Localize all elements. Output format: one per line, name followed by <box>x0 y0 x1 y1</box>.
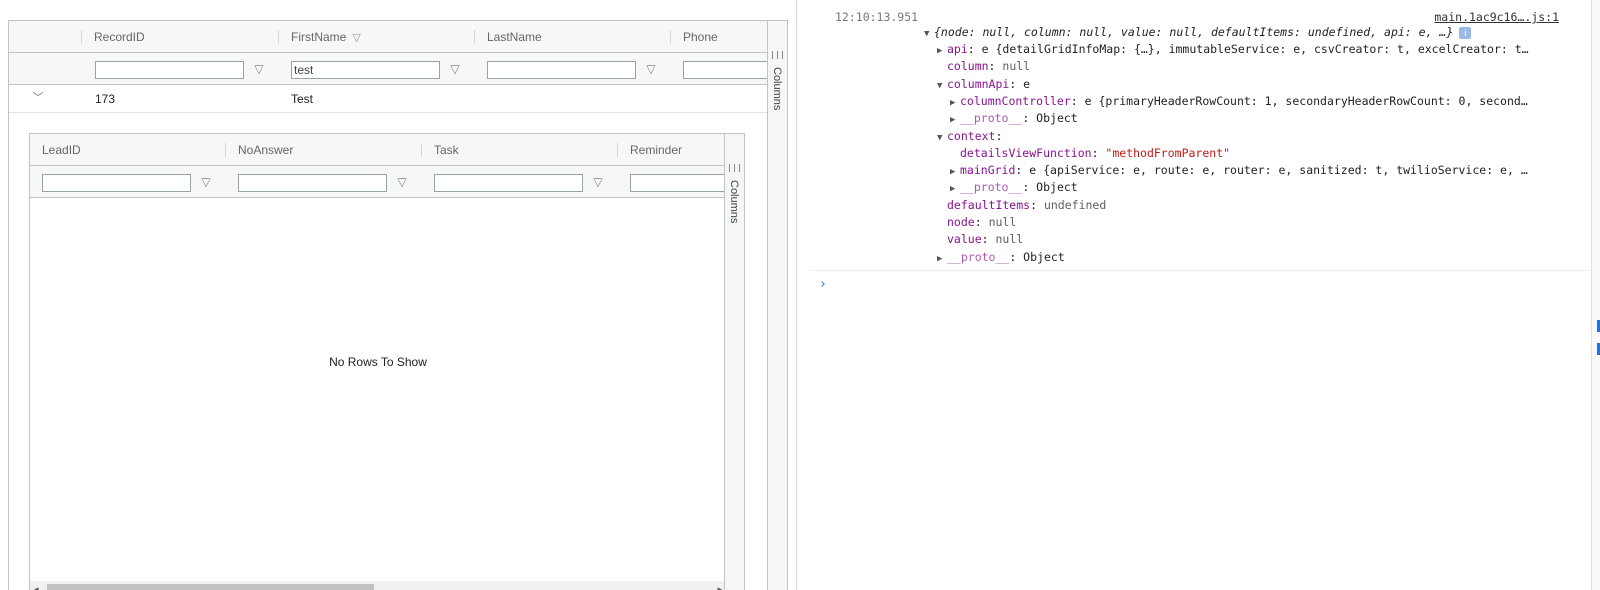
horizontal-scrollbar[interactable]: ◂ ▸ <box>30 581 726 590</box>
prop-proto[interactable]: ▶ __proto__: Object <box>950 110 1078 127</box>
master-header-row: RecordID FirstName ▽ LastName Phone <box>9 21 767 53</box>
console-message: 12:10:13.951 main.1ac9c16….js:1 ▼ {node: … <box>809 0 1600 271</box>
detail-grid-body: LeadID NoAnswer Task Reminder ▽ ▽ ▽ No R… <box>30 134 726 590</box>
triangle-down-icon[interactable]: ▼ <box>937 130 947 147</box>
master-grid-body: RecordID FirstName▽ LastName Phone ▽ ▽ ▽ <box>9 21 767 590</box>
master-grid: RecordID FirstName▽ LastName Phone ▽ ▽ ▽ <box>8 20 788 590</box>
column-header-recordid[interactable]: RecordID <box>82 21 145 52</box>
column-header-phone[interactable]: Phone <box>671 21 718 52</box>
column-header-leadid[interactable]: LeadID <box>30 134 81 165</box>
columns-tool-panel-button[interactable]: Columns <box>725 134 744 254</box>
cell-recordid: 173 <box>95 92 116 106</box>
grid-area: RecordID FirstName▽ LastName Phone ▽ ▽ ▽ <box>0 0 797 590</box>
no-rows-overlay: No Rows To Show <box>329 355 427 369</box>
filter-input-lastname[interactable] <box>487 61 636 79</box>
console-source-link[interactable]: main.1ac9c16….js:1 <box>1434 10 1559 24</box>
column-header-task[interactable]: Task <box>422 134 459 165</box>
arrow-left-icon[interactable]: ◂ <box>34 584 39 590</box>
cell-firstname: Test <box>291 92 314 106</box>
funnel-icon[interactable]: ▽ <box>200 175 212 189</box>
filter-input-noanswer[interactable] <box>238 174 387 192</box>
columns-tab-label: Columns <box>771 67 783 111</box>
column-header-firstname[interactable]: FirstName ▽ <box>279 21 361 52</box>
detail-header-row: LeadID NoAnswer Task Reminder <box>30 134 726 166</box>
triangle-right-icon[interactable]: ▶ <box>950 112 960 129</box>
funnel-icon[interactable]: ▽ <box>396 175 408 189</box>
prop-proto[interactable]: ▶ __proto__: Object <box>937 249 1065 266</box>
devtools-console: 12:10:13.951 main.1ac9c16….js:1 ▼ {node: … <box>809 0 1600 590</box>
triangle-right-icon[interactable]: ▶ <box>950 181 960 198</box>
table-row[interactable]: ﹀ 173 Test <box>9 85 767 113</box>
filter-active-icon: ▽ <box>352 32 361 44</box>
funnel-icon[interactable]: ▽ <box>592 175 604 189</box>
filter-input-phone[interactable] <box>683 61 767 79</box>
prop-columnapi[interactable]: ▼ columnApi: e <box>937 76 1030 93</box>
object-summary-line[interactable]: ▼ {node: null, column: null, value: null,… <box>924 24 1472 43</box>
column-header-noanswer[interactable]: NoAnswer <box>226 134 293 165</box>
prop-maingrid[interactable]: ▶ mainGrid: e {apiService: e, route: e, r… <box>950 162 1528 179</box>
arrow-right-icon[interactable]: ▸ <box>717 584 722 590</box>
columns-icon <box>772 51 783 59</box>
column-header-lastname[interactable]: LastName <box>475 21 542 52</box>
prop-node: node: null <box>947 215 1017 229</box>
filter-input-reminder[interactable] <box>630 174 726 192</box>
prop-column: column: null <box>947 59 1031 73</box>
master-side-bar: Columns <box>767 21 787 590</box>
console-prompt[interactable]: › <box>819 277 827 292</box>
prop-defaultitems: defaultItems: undefined <box>947 198 1107 212</box>
triangle-right-icon[interactable]: ▶ <box>937 43 947 60</box>
master-filter-row: ▽ ▽ ▽ <box>9 53 767 85</box>
funnel-icon[interactable]: ▽ <box>645 62 657 76</box>
scrollbar-thumb[interactable] <box>47 584 374 590</box>
prop-api[interactable]: ▶ api: e {detailGridInfoMap: {…}, immutab… <box>937 41 1529 58</box>
window-edge <box>1591 0 1600 590</box>
chevron-down-icon[interactable]: ﹀ <box>31 91 45 105</box>
column-header-reminder[interactable]: Reminder <box>618 134 682 165</box>
columns-tool-panel-button[interactable]: Columns <box>768 21 787 141</box>
columns-icon <box>729 164 740 172</box>
prop-proto[interactable]: ▶ __proto__: Object <box>950 179 1078 196</box>
triangle-down-icon[interactable]: ▼ <box>937 78 947 95</box>
filter-input-firstname[interactable] <box>291 61 440 79</box>
filter-input-recordid[interactable] <box>95 61 244 79</box>
prop-detailsviewfunction: detailsViewFunction: "methodFromParent" <box>960 146 1231 160</box>
triangle-down-icon[interactable]: ▼ <box>924 26 934 43</box>
triangle-right-icon[interactable]: ▶ <box>937 251 947 268</box>
detail-grid: LeadID NoAnswer Task Reminder ▽ ▽ ▽ No R… <box>29 133 745 590</box>
object-summary: {node: null, column: null, value: null, … <box>934 25 1454 39</box>
funnel-icon[interactable]: ▽ <box>253 62 265 76</box>
filter-input-leadid[interactable] <box>42 174 191 192</box>
filter-input-task[interactable] <box>434 174 583 192</box>
detail-filter-row: ▽ ▽ ▽ <box>30 166 726 198</box>
console-timestamp: 12:10:13.951 <box>835 10 919 24</box>
info-icon: i <box>1459 26 1472 39</box>
detail-side-bar: Columns <box>724 134 744 590</box>
columns-tab-label: Columns <box>728 180 740 224</box>
prop-context[interactable]: ▼ context: <box>937 128 1002 145</box>
detail-panel: LeadID NoAnswer Task Reminder ▽ ▽ ▽ No R… <box>9 113 767 590</box>
prop-columncontroller[interactable]: ▶ columnController: e {primaryHeaderRowCo… <box>950 93 1528 110</box>
funnel-icon[interactable]: ▽ <box>449 62 461 76</box>
prop-value: value: null <box>947 232 1024 246</box>
